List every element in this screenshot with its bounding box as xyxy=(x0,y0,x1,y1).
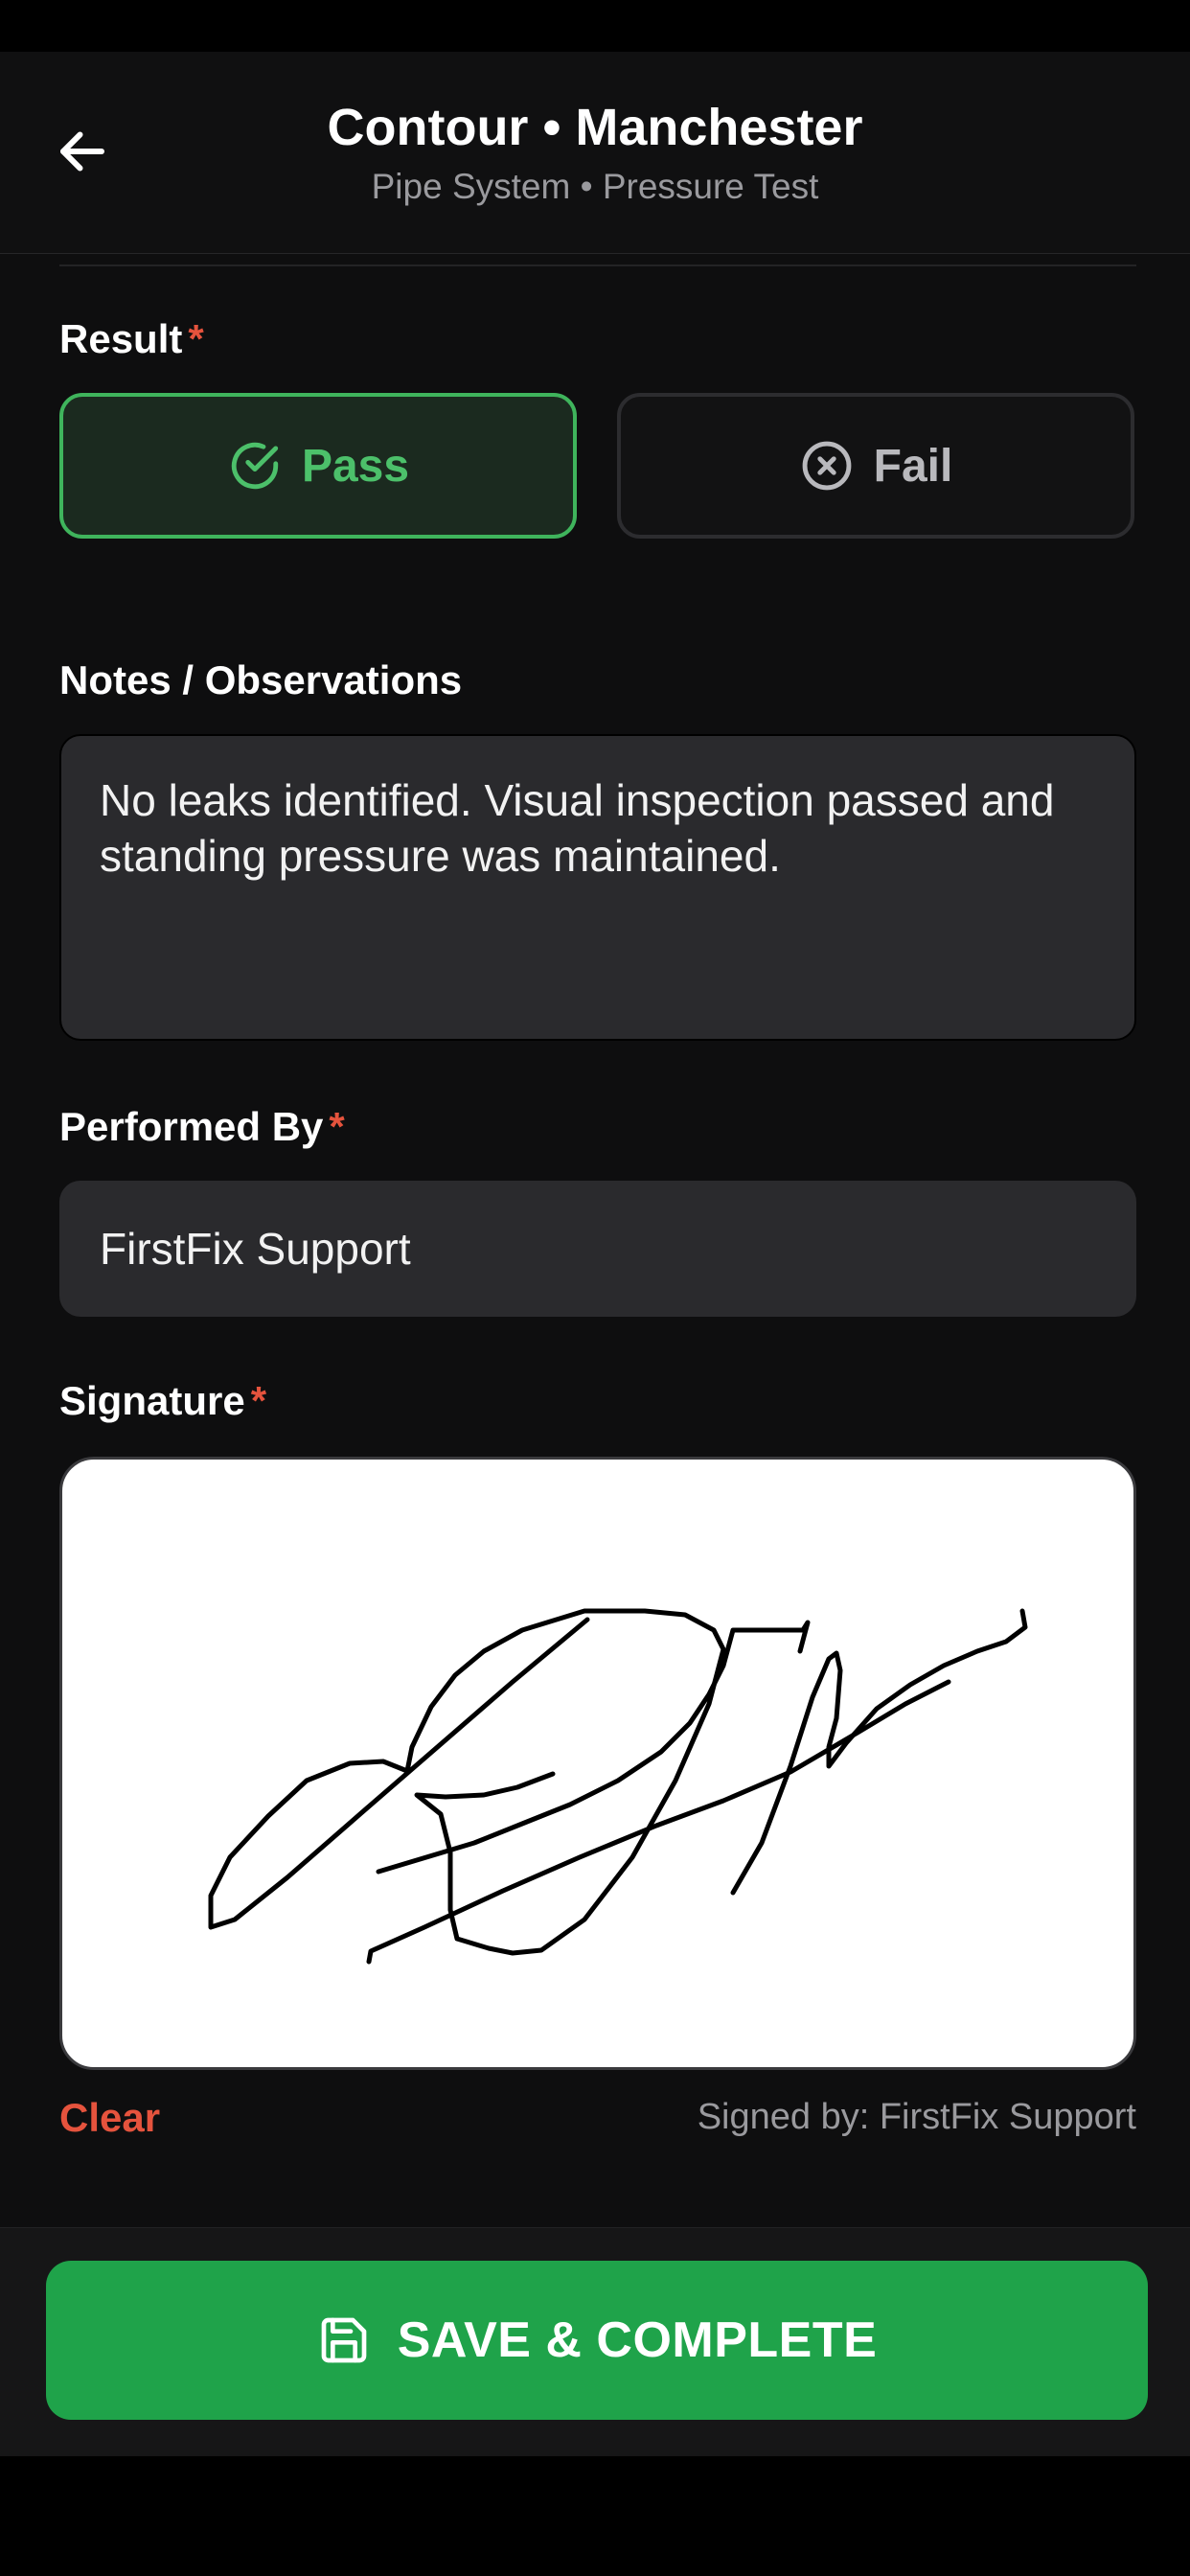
section-divider xyxy=(59,264,1136,266)
performed-by-label: Performed By * xyxy=(59,1104,345,1150)
page-subtitle: Pipe System • Pressure Test xyxy=(371,167,819,206)
required-mark: * xyxy=(188,316,204,361)
check-circle-icon xyxy=(231,442,279,490)
result-label: Result * xyxy=(59,316,204,362)
floppy-disk-icon xyxy=(321,2317,367,2363)
fail-button[interactable]: Fail xyxy=(617,393,1134,539)
required-mark: * xyxy=(329,1104,345,1149)
pass-button-label: Pass xyxy=(301,440,410,492)
performed-by-field[interactable]: FirstFix Support xyxy=(59,1181,1136,1317)
required-mark: * xyxy=(250,1378,267,1423)
signature-label: Signature * xyxy=(59,1378,266,1424)
clear-signature-button[interactable]: Clear xyxy=(59,2095,160,2141)
signature-drawing xyxy=(208,1608,1028,1965)
performed-by-label-text: Performed By xyxy=(59,1104,324,1149)
footer-bar: SAVE & COMPLETE xyxy=(0,2227,1190,2456)
x-circle-icon xyxy=(802,441,852,491)
save-complete-button[interactable]: SAVE & COMPLETE xyxy=(46,2261,1148,2420)
pass-button[interactable]: Pass xyxy=(59,393,577,539)
notes-textarea[interactable]: No leaks identified. Visual inspection p… xyxy=(59,734,1136,1041)
fail-button-label: Fail xyxy=(873,440,953,492)
app-screen: Contour • Manchester Pipe System • Press… xyxy=(0,52,1190,2456)
signed-by-text: Signed by: FirstFix Support xyxy=(697,2097,1136,2137)
signature-label-text: Signature xyxy=(59,1378,245,1423)
result-label-text: Result xyxy=(59,316,183,361)
page-title: Contour • Manchester xyxy=(327,99,863,156)
header: Contour • Manchester Pipe System • Press… xyxy=(0,52,1190,254)
notes-label: Notes / Observations xyxy=(59,657,463,702)
signature-pad[interactable] xyxy=(59,1457,1136,2070)
save-button-label: SAVE & COMPLETE xyxy=(397,2312,878,2368)
